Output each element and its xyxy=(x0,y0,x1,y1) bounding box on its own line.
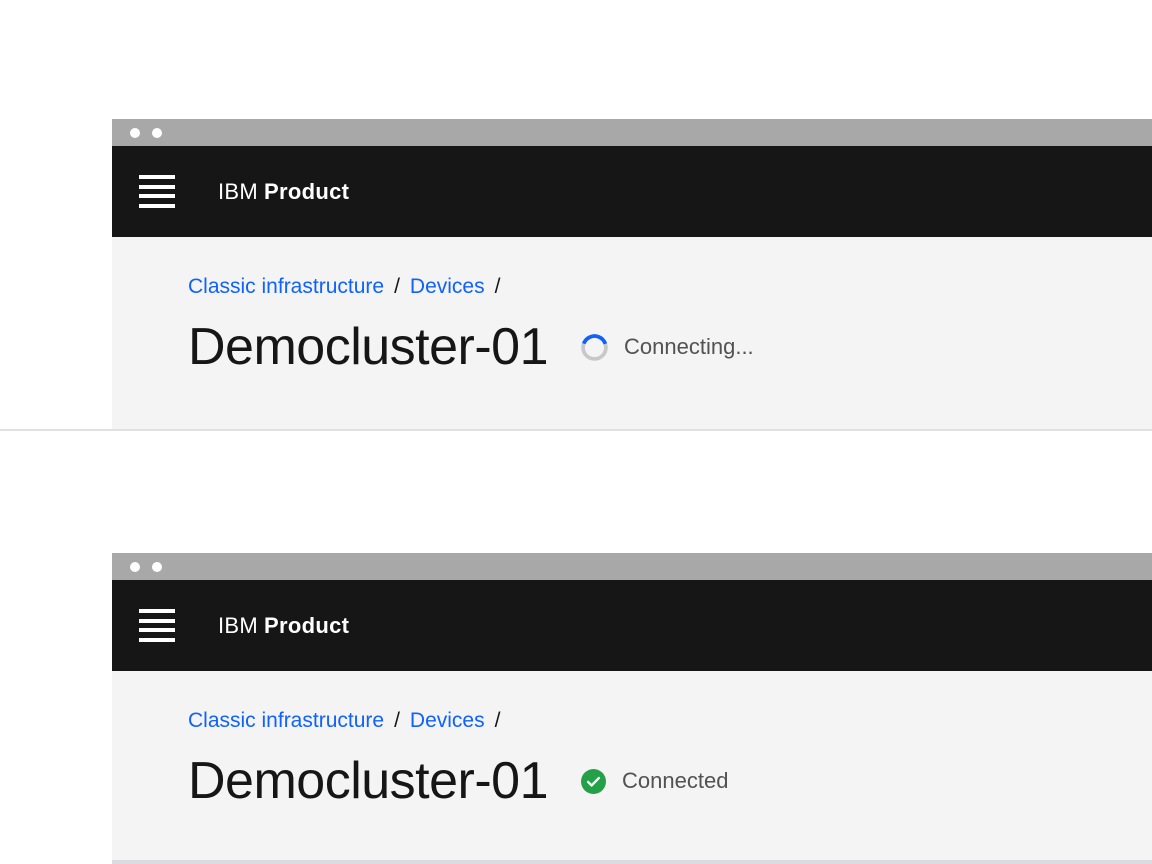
page-content: Classic infrastructure / Devices / Democlus… xyxy=(112,671,1152,864)
menu-button[interactable] xyxy=(139,609,175,642)
window-dot-icon xyxy=(130,128,140,138)
hamburger-menu-icon xyxy=(139,609,175,642)
window-panel-connected: IBMProduct Classic infrastructure / Device… xyxy=(112,553,1152,864)
brand-prefix: IBM xyxy=(218,613,258,638)
status-label: Connected xyxy=(622,768,728,794)
page-content: Classic infrastructure / Devices / Democlus… xyxy=(112,237,1152,430)
status-label: Connecting... xyxy=(624,334,754,360)
title-row: Democluster-01 Connecting... xyxy=(188,320,1152,375)
app-brand-title: IBMProduct xyxy=(218,613,349,639)
app-header: IBMProduct xyxy=(112,580,1152,671)
breadcrumb-separator: / xyxy=(495,275,501,298)
window-dot-icon xyxy=(152,562,162,572)
brand-name: Product xyxy=(264,179,349,204)
brand-name: Product xyxy=(264,613,349,638)
breadcrumb: Classic infrastructure / Devices / xyxy=(188,709,1152,733)
breadcrumb-separator: / xyxy=(394,275,400,298)
breadcrumb-link-devices[interactable]: Devices xyxy=(410,709,485,732)
window-titlebar xyxy=(112,119,1152,146)
window-dot-icon xyxy=(130,562,140,572)
title-row: Democluster-01 Connected xyxy=(188,754,1152,809)
app-brand-title: IBMProduct xyxy=(218,179,349,205)
page-title: Democluster-01 xyxy=(188,320,548,375)
page-title: Democluster-01 xyxy=(188,754,548,809)
breadcrumb-link-classic-infrastructure[interactable]: Classic infrastructure xyxy=(188,709,384,732)
brand-prefix: IBM xyxy=(218,179,258,204)
breadcrumb: Classic infrastructure / Devices / xyxy=(188,275,1152,299)
checkmark-filled-icon xyxy=(581,769,606,794)
section-divider xyxy=(0,429,1152,431)
window-dot-icon xyxy=(152,128,162,138)
breadcrumb-link-classic-infrastructure[interactable]: Classic infrastructure xyxy=(188,275,384,298)
window-panel-connecting: IBMProduct Classic infrastructure / Device… xyxy=(112,119,1152,430)
status-indicator-connecting: Connecting... xyxy=(581,334,754,361)
window-titlebar xyxy=(112,553,1152,580)
hamburger-menu-icon xyxy=(139,175,175,208)
menu-button[interactable] xyxy=(139,175,175,208)
status-indicator-connected: Connected xyxy=(581,768,728,794)
app-header: IBMProduct xyxy=(112,146,1152,237)
breadcrumb-separator: / xyxy=(394,709,400,732)
loading-spinner-icon xyxy=(581,334,608,361)
breadcrumb-link-devices[interactable]: Devices xyxy=(410,275,485,298)
window-bottom-edge xyxy=(112,860,1152,864)
breadcrumb-separator: / xyxy=(495,709,501,732)
page-canvas: IBMProduct Classic infrastructure/Device… xyxy=(0,0,1152,864)
